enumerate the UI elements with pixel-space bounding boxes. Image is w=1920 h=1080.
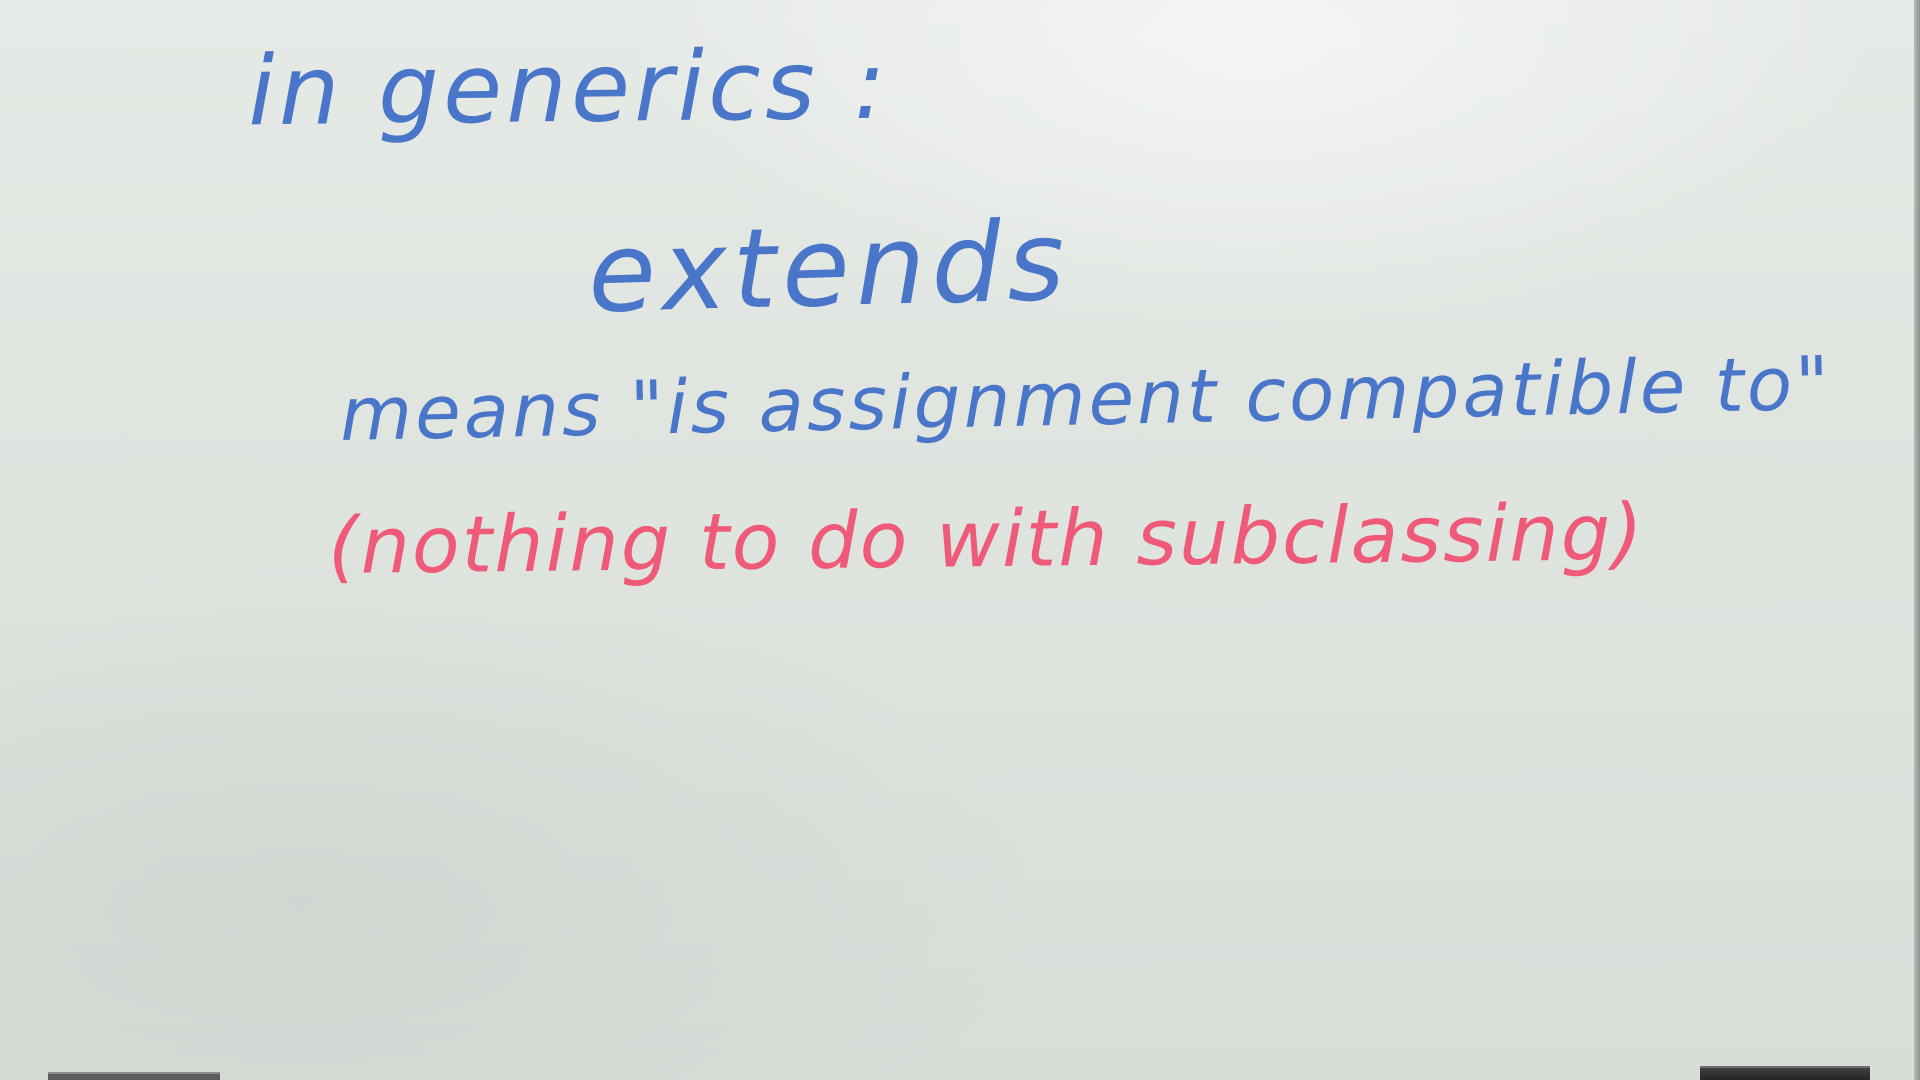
marker-tray-right <box>1700 1066 1870 1080</box>
definition-line: means "is assignment compatible to" <box>339 340 1833 458</box>
heading-in-generics: in generics : <box>247 28 891 148</box>
whiteboard: in generics : extends means "is assignme… <box>0 0 1920 1080</box>
note-line: (nothing to do with subclassing) <box>327 488 1646 592</box>
marker-tray-left <box>48 1072 220 1080</box>
board-frame-edge <box>1914 0 1920 1080</box>
keyword-extends: extends <box>586 196 1073 338</box>
